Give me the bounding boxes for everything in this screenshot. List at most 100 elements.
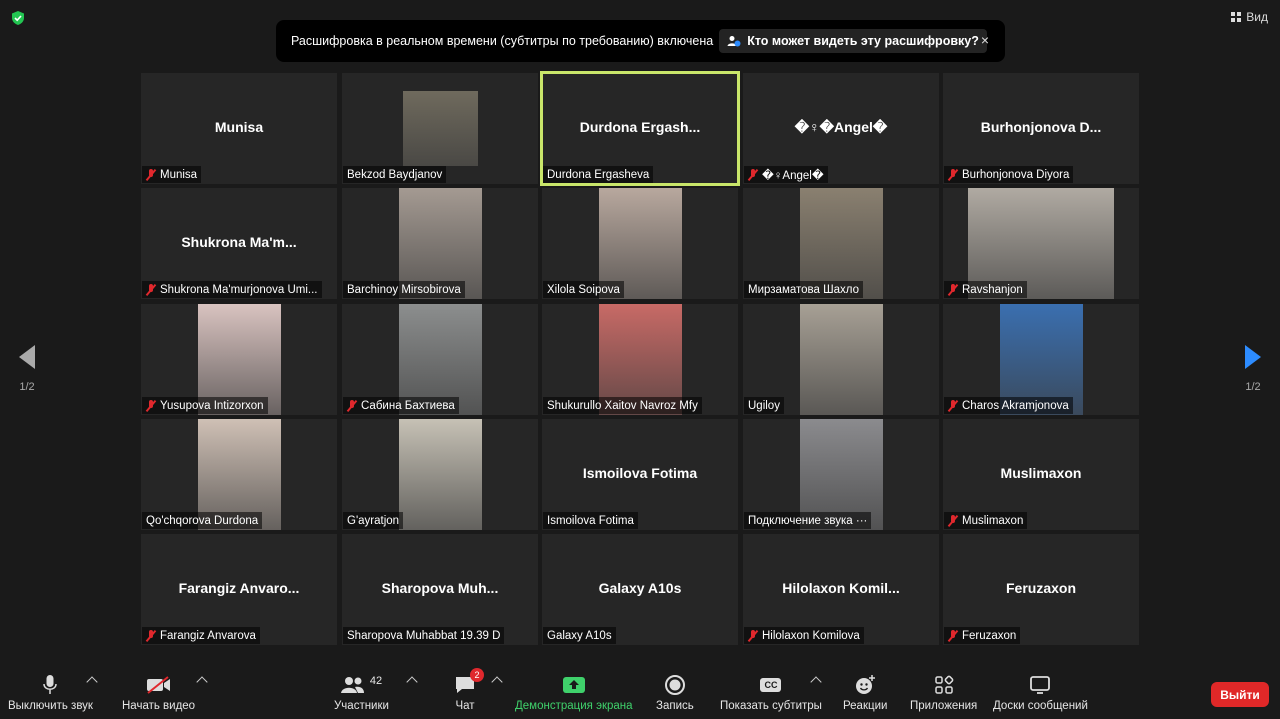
participant-name-label: Burhonjonova Diyora [944,166,1074,183]
participant-display-name: Hilolaxon Komil... [782,580,900,596]
close-banner-icon[interactable]: × [981,32,989,48]
people-icon [727,36,741,47]
show-captions-button[interactable]: CC Показать субтитры [720,672,822,712]
muted-microphone-icon [948,283,958,296]
participant-tile[interactable]: Sharopova Muh... Sharopova Muhabbat 19.39… [342,534,538,645]
who-can-see-label: Кто может видеть эту расшифровку? [747,34,979,48]
participant-name-label: Qo'chqorova Durdona [142,512,263,529]
participant-name: Muslimaxon [962,514,1024,527]
participant-tile[interactable]: G'ayratjon [342,419,538,530]
participant-tile[interactable]: Muslimaxon Muslimaxon [943,419,1139,530]
participant-name-label: Сабина Бахтиева [343,397,459,414]
participant-name-label: Feruzaxon [944,627,1021,644]
shield-check-icon[interactable] [10,10,26,26]
muted-microphone-icon [748,629,758,642]
participant-tile[interactable]: Xilola Soipova [542,188,738,299]
participant-tile[interactable]: Shukrona Ma'm... Shukrona Ma'murjonova Um… [141,188,337,299]
participant-tile[interactable]: Ravshanjon [943,188,1139,299]
mute-button[interactable]: Выключить звук [8,672,93,712]
leave-button[interactable]: Выйти [1211,682,1269,707]
participant-tile[interactable]: Qo'chqorova Durdona [141,419,337,530]
participant-tile[interactable]: Munisa Munisa [141,73,337,184]
participant-name: Ismoilova Fotima [547,514,634,527]
participants-count: 42 [369,675,383,687]
participant-name-label: Xilola Soipova [543,281,624,298]
participant-display-name: Galaxy A10s [598,580,682,596]
participant-tile[interactable]: Charos Akramjonova [943,304,1139,415]
reactions-button[interactable]: Реакции [843,672,887,712]
participant-display-name: Munisa [214,119,264,135]
participant-name-label: Ravshanjon [944,281,1027,298]
participant-tile[interactable]: Hilolaxon Komil... Hilolaxon Komilova [743,534,939,645]
participant-tile[interactable]: Bekzod Baydjanov [342,73,538,184]
previous-page-button[interactable]: 1/2 [12,345,42,393]
participant-name-label: �♀Angel� [744,166,828,183]
participant-name-label: Мирзаматова Шахло [744,281,864,298]
start-video-button[interactable]: Начать видео [122,672,195,712]
record-button[interactable]: Запись [656,672,694,712]
whiteboards-button[interactable]: Доски сообщений [993,672,1088,712]
share-screen-button[interactable]: Демонстрация экрана [515,672,633,712]
next-page-button[interactable]: 1/2 [1238,345,1268,393]
participant-tile[interactable]: �♀�Angel� �♀Angel� [743,73,939,184]
participant-tile[interactable]: Farangiz Anvaro... Farangiz Anvarova [141,534,337,645]
participant-tile[interactable]: Ismoilova Fotima Ismoilova Fotima [542,419,738,530]
whiteboard-icon [1030,676,1051,694]
participant-name: Сабина Бахтиева [361,399,455,412]
participant-tile[interactable]: Burhonjonova D... Burhonjonova Diyora [943,73,1139,184]
participant-tile[interactable]: Yusupova Intizorxon [141,304,337,415]
participant-name-label: Ugiloy [744,397,784,414]
participant-name-label: Bekzod Baydjanov [343,166,447,183]
captions-icon: CC [760,678,782,692]
participant-name: Sharopova Muhabbat 19.39 D [347,629,501,642]
view-button[interactable]: Вид [1231,10,1268,24]
participant-name: Подключение звука ··· [748,514,868,527]
participant-name-label: Muslimaxon [944,512,1028,529]
participant-tile[interactable]: Feruzaxon Feruzaxon [943,534,1139,645]
muted-microphone-icon [948,168,958,181]
record-label: Запись [656,700,694,712]
participant-tile[interactable]: Galaxy A10s Galaxy A10s [542,534,738,645]
participant-name: Bekzod Baydjanov [347,168,443,181]
participant-display-name: Feruzaxon [1005,580,1076,596]
participant-tile[interactable]: Ugiloy [743,304,939,415]
participant-tile[interactable]: Сабина Бахтиева [342,304,538,415]
participant-display-name: Ismoilova Fotima [582,465,698,481]
who-can-see-transcript-button[interactable]: Кто может видеть эту расшифровку? [719,29,987,53]
participant-name-label: Munisa [142,166,202,183]
participant-tile[interactable]: Durdona Ergash... Durdona Ergasheva [540,71,740,186]
participant-name: Charos Akramjonova [962,399,1069,412]
participant-name: Barchinoy Mirsobirova [347,283,461,296]
muted-microphone-icon [146,283,156,296]
participant-tile[interactable]: Подключение звука ··· [743,419,939,530]
participants-button[interactable]: 42 Участники [334,672,389,712]
participant-display-name: Burhonjonova D... [980,119,1102,135]
participant-name-label: Sharopova Muhabbat 19.39 D [343,627,505,644]
arrow-right-icon [1245,345,1261,369]
muted-microphone-icon [948,399,958,412]
participants-options-caret[interactable] [406,676,418,688]
video-options-caret[interactable] [196,676,208,688]
participant-video [399,419,482,530]
participant-name: Ravshanjon [962,283,1023,296]
participant-name-label: Yusupova Intizorxon [142,397,268,414]
participant-name: Yusupova Intizorxon [160,399,264,412]
chat-button[interactable]: 2 Чат [454,668,484,712]
participant-display-name: Shukrona Ma'm... [181,234,297,250]
transcription-banner: Расшифровка в реальном времени (субтитры… [276,20,1005,62]
chat-options-caret[interactable] [491,676,503,688]
reactions-icon [856,675,876,694]
participant-name-label: Ismoilova Fotima [543,512,638,529]
participant-tile[interactable]: Barchinoy Mirsobirova [342,188,538,299]
participant-name: Xilola Soipova [547,283,620,296]
captions-label: Показать субтитры [720,700,822,712]
muted-microphone-icon [347,399,357,412]
apps-button[interactable]: Приложения [910,672,977,712]
participant-name-label: G'ayratjon [343,512,404,529]
muted-microphone-icon [146,629,156,642]
participant-display-name: Farangiz Anvaro... [178,580,300,596]
share-screen-label: Демонстрация экрана [515,700,633,712]
participant-name: Munisa [160,168,198,181]
participant-tile[interactable]: Мирзаматова Шахло [743,188,939,299]
participant-tile[interactable]: Shukurullo Xaitov Navroz Mfy [542,304,738,415]
